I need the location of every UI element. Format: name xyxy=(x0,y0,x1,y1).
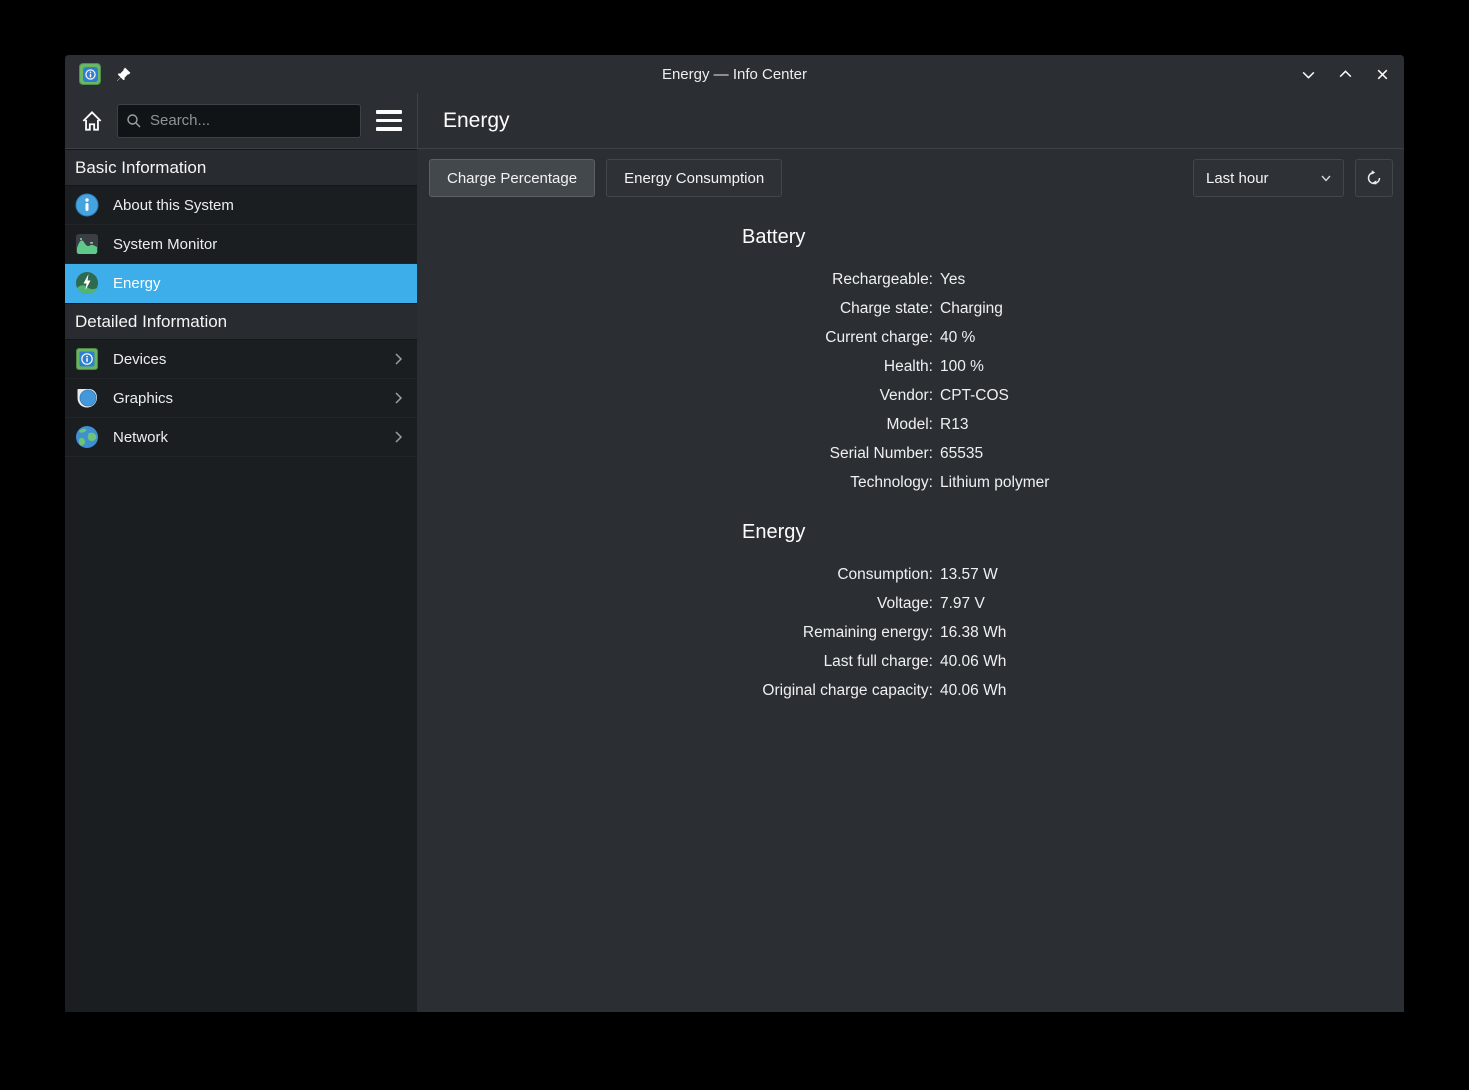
sidebar-item-system-monitor[interactable]: System Monitor xyxy=(65,225,417,264)
field-label: Voltage: xyxy=(876,595,933,612)
refresh-icon xyxy=(1365,169,1383,187)
field-value: 16.38 Wh xyxy=(940,624,1007,641)
field-value: R13 xyxy=(940,416,969,433)
sidebar-item-label: System Monitor xyxy=(113,235,218,253)
field-label: Health: xyxy=(883,358,933,375)
sidebar-item-label: Graphics xyxy=(113,389,174,407)
energy-consumption-button[interactable]: Energy Consumption xyxy=(606,159,783,197)
app-icon xyxy=(79,63,101,85)
info-chip-icon xyxy=(82,66,98,82)
energy-heading: Energy xyxy=(742,521,806,543)
chevron-down-icon xyxy=(1319,171,1333,185)
window-controls xyxy=(1300,66,1390,82)
battery-details: Rechargeable: Yes Charge state: Charging… xyxy=(418,270,1404,493)
sidebar-item-about-this-system[interactable]: About this System xyxy=(65,186,417,225)
field-value: 40.06 Wh xyxy=(940,653,1007,670)
main-toolbar: Charge Percentage Energy Consumption Las… xyxy=(418,149,1404,201)
field-label: Original charge capacity: xyxy=(762,682,933,699)
search-icon xyxy=(127,113,141,127)
sidebar-item-label: Network xyxy=(113,428,169,446)
info-center-window: Energy — Info Center Energy xyxy=(65,55,1404,1012)
field-value: Lithium polymer xyxy=(940,474,1050,491)
section-detailed-information: Detailed Information xyxy=(65,303,417,340)
refresh-button[interactable] xyxy=(1355,159,1393,197)
sidebar-item-label: About this System xyxy=(113,196,234,214)
window-title: Energy — Info Center xyxy=(661,65,808,83)
field-label: Current charge: xyxy=(825,329,933,346)
timespan-value: Last hour xyxy=(1206,169,1269,187)
field-value: Charging xyxy=(940,300,1003,317)
timespan-dropdown[interactable]: Last hour xyxy=(1193,159,1344,197)
field-value: 7.97 V xyxy=(940,595,985,612)
search-container xyxy=(117,103,361,138)
network-icon xyxy=(75,425,99,449)
sidebar-item-devices[interactable]: Devices xyxy=(65,340,417,379)
sidebar-item-network[interactable]: Network xyxy=(65,418,417,457)
field-label: Remaining energy: xyxy=(802,624,933,641)
field-label: Rechargeable: xyxy=(832,271,933,288)
sidebar-item-label: Energy xyxy=(113,274,161,292)
field-label: Vendor: xyxy=(879,387,933,404)
sidebar-item-graphics[interactable]: Graphics xyxy=(65,379,417,418)
field-value: 40 % xyxy=(940,329,976,346)
section-basic-information: Basic Information xyxy=(65,149,417,186)
body: Basic Information About this System Syst… xyxy=(65,149,1404,1012)
field-label: Last full charge: xyxy=(823,653,933,670)
home-button[interactable] xyxy=(77,106,107,136)
chevron-right-icon xyxy=(391,430,405,444)
sidebar-header xyxy=(65,93,418,148)
field-label: Serial Number: xyxy=(829,445,933,462)
system-monitor-icon xyxy=(75,232,99,256)
minimize-icon[interactable] xyxy=(1300,66,1316,82)
field-label: Technology: xyxy=(850,474,933,491)
charge-percentage-button[interactable]: Charge Percentage xyxy=(429,159,596,197)
search-input[interactable] xyxy=(117,103,361,138)
field-label: Charge state: xyxy=(839,300,933,317)
chevron-right-icon xyxy=(391,352,405,366)
main-panel: Charge Percentage Energy Consumption Las… xyxy=(418,149,1404,1012)
close-icon[interactable] xyxy=(1374,66,1390,82)
titlebar: Energy — Info Center xyxy=(65,55,1404,93)
header-row: Energy xyxy=(65,93,1404,149)
chevron-right-icon xyxy=(391,391,405,405)
field-value: Yes xyxy=(940,271,966,288)
devices-icon xyxy=(75,347,99,371)
sidebar: Basic Information About this System Syst… xyxy=(65,149,418,1012)
battery-heading: Battery xyxy=(742,226,806,248)
field-value: 40.06 Wh xyxy=(940,682,1007,699)
energy-details: Consumption: 13.57 W Voltage: 7.97 V Rem… xyxy=(418,565,1404,701)
pin-icon[interactable] xyxy=(115,66,132,83)
field-label: Consumption: xyxy=(837,566,933,583)
field-value: CPT-COS xyxy=(940,387,1009,404)
energy-icon xyxy=(75,271,99,295)
info-icon xyxy=(75,193,99,217)
menu-icon[interactable] xyxy=(373,105,405,137)
graphics-icon xyxy=(75,386,99,410)
field-value: 100 % xyxy=(940,358,984,375)
field-value: 13.57 W xyxy=(940,566,998,583)
maximize-icon[interactable] xyxy=(1337,66,1353,82)
energy-page-content: Battery Rechargeable: Yes Charge state: … xyxy=(418,201,1404,1012)
field-value: 65535 xyxy=(940,445,984,462)
sidebar-item-energy[interactable]: Energy xyxy=(65,264,417,303)
sidebar-item-label: Devices xyxy=(113,350,167,368)
page-title: Energy xyxy=(443,108,510,132)
field-label: Model: xyxy=(886,416,933,433)
